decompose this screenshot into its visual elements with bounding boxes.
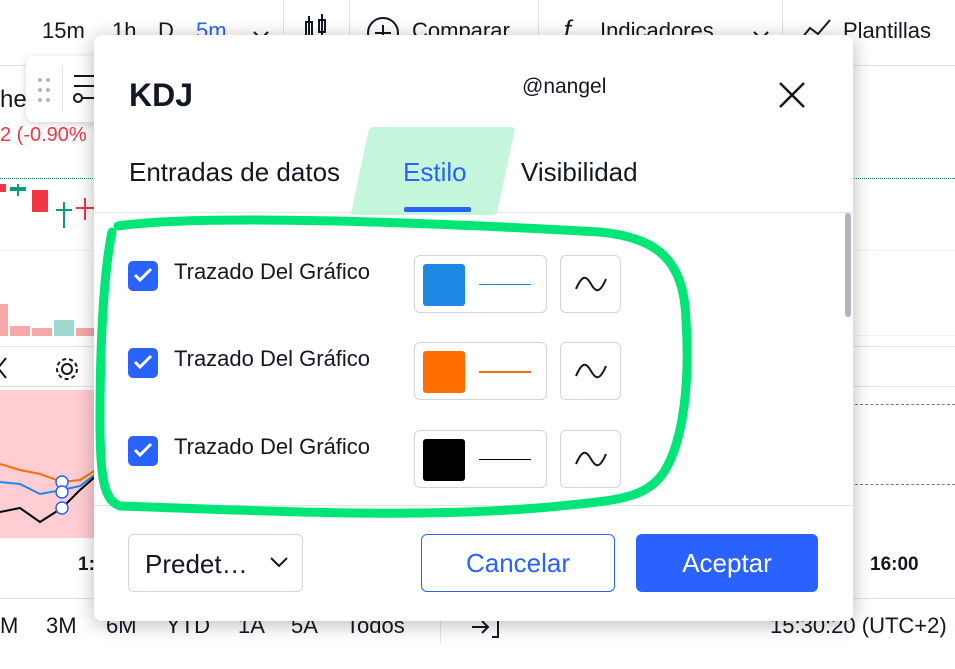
kdj-lines [0, 463, 97, 524]
plot-3-line-sample [479, 459, 531, 460]
dialog-title: KDJ [129, 77, 194, 113]
defaults-dropdown[interactable]: Predet… [128, 534, 303, 592]
dialog-footer: Predet… Cancelar Aceptar [94, 505, 853, 621]
plot-1-checkbox[interactable] [128, 261, 158, 291]
time-label-left: 1: [78, 554, 95, 575]
gear-icon[interactable] [54, 356, 80, 387]
plot-3-checkbox[interactable] [128, 436, 158, 466]
defaults-dropdown-label: Predet… [145, 549, 248, 579]
indicator-settings-dialog: KDJ @nangel Entradas de datos Estilo Vis… [94, 35, 853, 621]
plot-1-label: Trazado Del Gráfico [174, 259, 371, 284]
line-style-icon [575, 451, 607, 467]
time-label-right: 16:00 [870, 554, 919, 575]
plot-2-checkbox[interactable] [128, 348, 158, 378]
chevron-down-icon [270, 557, 288, 568]
checkmark-icon [133, 267, 153, 283]
plot-1-line-sample [479, 284, 531, 285]
symbol-name: he [0, 86, 27, 113]
templates-button[interactable]: Plantillas [843, 18, 931, 44]
plot-2-label: Trazado Del Gráfico [174, 346, 371, 371]
tab-style[interactable]: Estilo [403, 157, 467, 188]
plot-3-color-button[interactable] [414, 430, 547, 488]
timeframe-15m[interactable]: 15m [42, 18, 85, 44]
tab-inputs[interactable]: Entradas de datos [129, 157, 340, 188]
tab-visibility[interactable]: Visibilidad [521, 157, 638, 188]
watermark-text: @nangel [522, 75, 607, 98]
volume-bars [0, 304, 96, 336]
plot-3-color-swatch [423, 439, 465, 481]
dialog-tabs: Entradas de datos Estilo Visibilidad [94, 127, 853, 215]
plot-2-color-swatch [423, 351, 465, 393]
candles [0, 184, 94, 228]
accept-button[interactable]: Aceptar [636, 534, 818, 592]
close-icon [779, 82, 805, 108]
plot-2-style-button[interactable] [560, 342, 621, 400]
range-3m[interactable]: 3M [46, 613, 77, 639]
drag-handle-icon[interactable] [36, 76, 52, 109]
plot-2-color-button[interactable] [414, 342, 547, 400]
price-change: 2 (-0.90% [0, 124, 87, 146]
plot-3-style-button[interactable] [560, 430, 621, 488]
kdj-pane-background [0, 390, 97, 538]
active-tab-indicator [404, 207, 471, 212]
plot-row-1: Trazado Del Gráfico [94, 255, 853, 337]
checkmark-icon [133, 442, 153, 458]
line-style-icon [575, 363, 607, 379]
plot-1-style-button[interactable] [560, 255, 621, 313]
plot-row-3: Trazado Del Gráfico [94, 430, 853, 512]
plot-1-color-button[interactable] [414, 255, 547, 313]
range-1m[interactable]: M [0, 613, 18, 639]
checkmark-icon [133, 354, 153, 370]
plot-row-2: Trazado Del Gráfico [94, 342, 853, 424]
cancel-button[interactable]: Cancelar [421, 534, 615, 592]
chevron-left-icon[interactable] [0, 356, 8, 385]
plot-3-label: Trazado Del Gráfico [174, 434, 371, 459]
close-button[interactable] [772, 75, 812, 115]
plot-1-color-swatch [423, 264, 465, 306]
line-style-icon [575, 276, 607, 292]
plot-2-line-sample [479, 371, 531, 373]
